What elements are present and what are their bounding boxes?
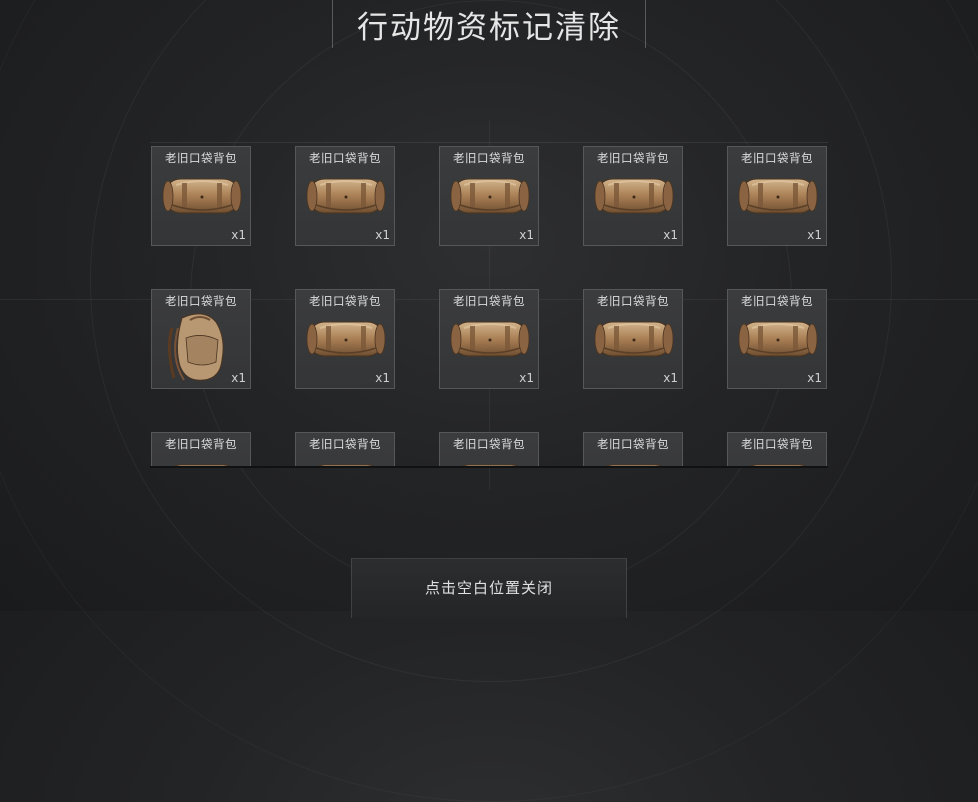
item-slot[interactable]: 老旧口袋背包	[151, 432, 251, 467]
item-slot[interactable]: 老旧口袋背包	[295, 432, 395, 467]
item-slot[interactable]: 老旧口袋背包 x1	[295, 146, 395, 246]
item-name: 老旧口袋背包	[741, 294, 813, 308]
title-bar: 行动物资标记清除	[332, 0, 646, 48]
item-grid: 老旧口袋背包 x1 老旧口袋背包 x1 老旧口袋背包 x1 老旧口袋背包 x1 …	[151, 146, 827, 467]
close-button[interactable]: 点击空白位置关闭	[351, 558, 627, 618]
item-slot[interactable]: 老旧口袋背包	[727, 432, 827, 467]
item-name: 老旧口袋背包	[453, 294, 525, 308]
duffel-bag-icon	[162, 171, 242, 225]
item-slot[interactable]: 老旧口袋背包 x1	[727, 146, 827, 246]
item-quantity: x1	[375, 228, 390, 242]
item-slot[interactable]: 老旧口袋背包 x1	[583, 289, 683, 389]
item-name: 老旧口袋背包	[741, 151, 813, 165]
duffel-bag-icon	[594, 171, 674, 225]
duffel-bag-icon	[306, 171, 386, 225]
item-slot[interactable]: 老旧口袋背包	[583, 432, 683, 467]
item-name: 老旧口袋背包	[741, 437, 813, 451]
item-quantity: x1	[375, 371, 390, 385]
item-slot[interactable]: 老旧口袋背包 x1	[439, 289, 539, 389]
duffel-bag-icon	[306, 314, 386, 368]
item-slot[interactable]: 老旧口袋背包	[439, 432, 539, 467]
panel-divider	[150, 466, 828, 468]
item-name: 老旧口袋背包	[309, 294, 381, 308]
item-slot[interactable]: 老旧口袋背包 x1	[151, 146, 251, 246]
item-quantity: x1	[519, 228, 534, 242]
duffel-bag-icon	[450, 171, 530, 225]
item-name: 老旧口袋背包	[597, 151, 669, 165]
duffel-bag-icon	[738, 314, 818, 368]
item-name: 老旧口袋背包	[597, 437, 669, 451]
item-name: 老旧口袋背包	[453, 437, 525, 451]
close-button-label: 点击空白位置关闭	[424, 579, 553, 597]
item-slot[interactable]: 老旧口袋背包 x1	[727, 289, 827, 389]
item-slot[interactable]: 老旧口袋背包 x1	[295, 289, 395, 389]
item-name: 老旧口袋背包	[165, 437, 237, 451]
item-slot[interactable]: 老旧口袋背包 x1	[583, 146, 683, 246]
item-list-panel[interactable]: 老旧口袋背包 x1 老旧口袋背包 x1 老旧口袋背包 x1 老旧口袋背包 x1 …	[150, 142, 828, 467]
duffel-bag-icon	[450, 314, 530, 368]
item-quantity: x1	[807, 371, 822, 385]
item-quantity: x1	[231, 228, 246, 242]
duffel-bag-icon	[738, 171, 818, 225]
item-name: 老旧口袋背包	[309, 437, 381, 451]
item-name: 老旧口袋背包	[309, 151, 381, 165]
duffel-bag-icon	[594, 314, 674, 368]
item-quantity: x1	[663, 371, 678, 385]
page-title: 行动物资标记清除	[357, 9, 621, 46]
item-name: 老旧口袋背包	[597, 294, 669, 308]
item-slot[interactable]: 老旧口袋背包 x1	[439, 146, 539, 246]
item-quantity: x1	[663, 228, 678, 242]
item-quantity: x1	[519, 371, 534, 385]
item-name: 老旧口袋背包	[165, 151, 237, 165]
item-quantity: x1	[231, 371, 246, 385]
item-quantity: x1	[807, 228, 822, 242]
item-slot[interactable]: 老旧口袋背包 x1	[151, 289, 251, 389]
item-name: 老旧口袋背包	[165, 294, 237, 308]
backpack-icon	[164, 308, 230, 384]
item-name: 老旧口袋背包	[453, 151, 525, 165]
